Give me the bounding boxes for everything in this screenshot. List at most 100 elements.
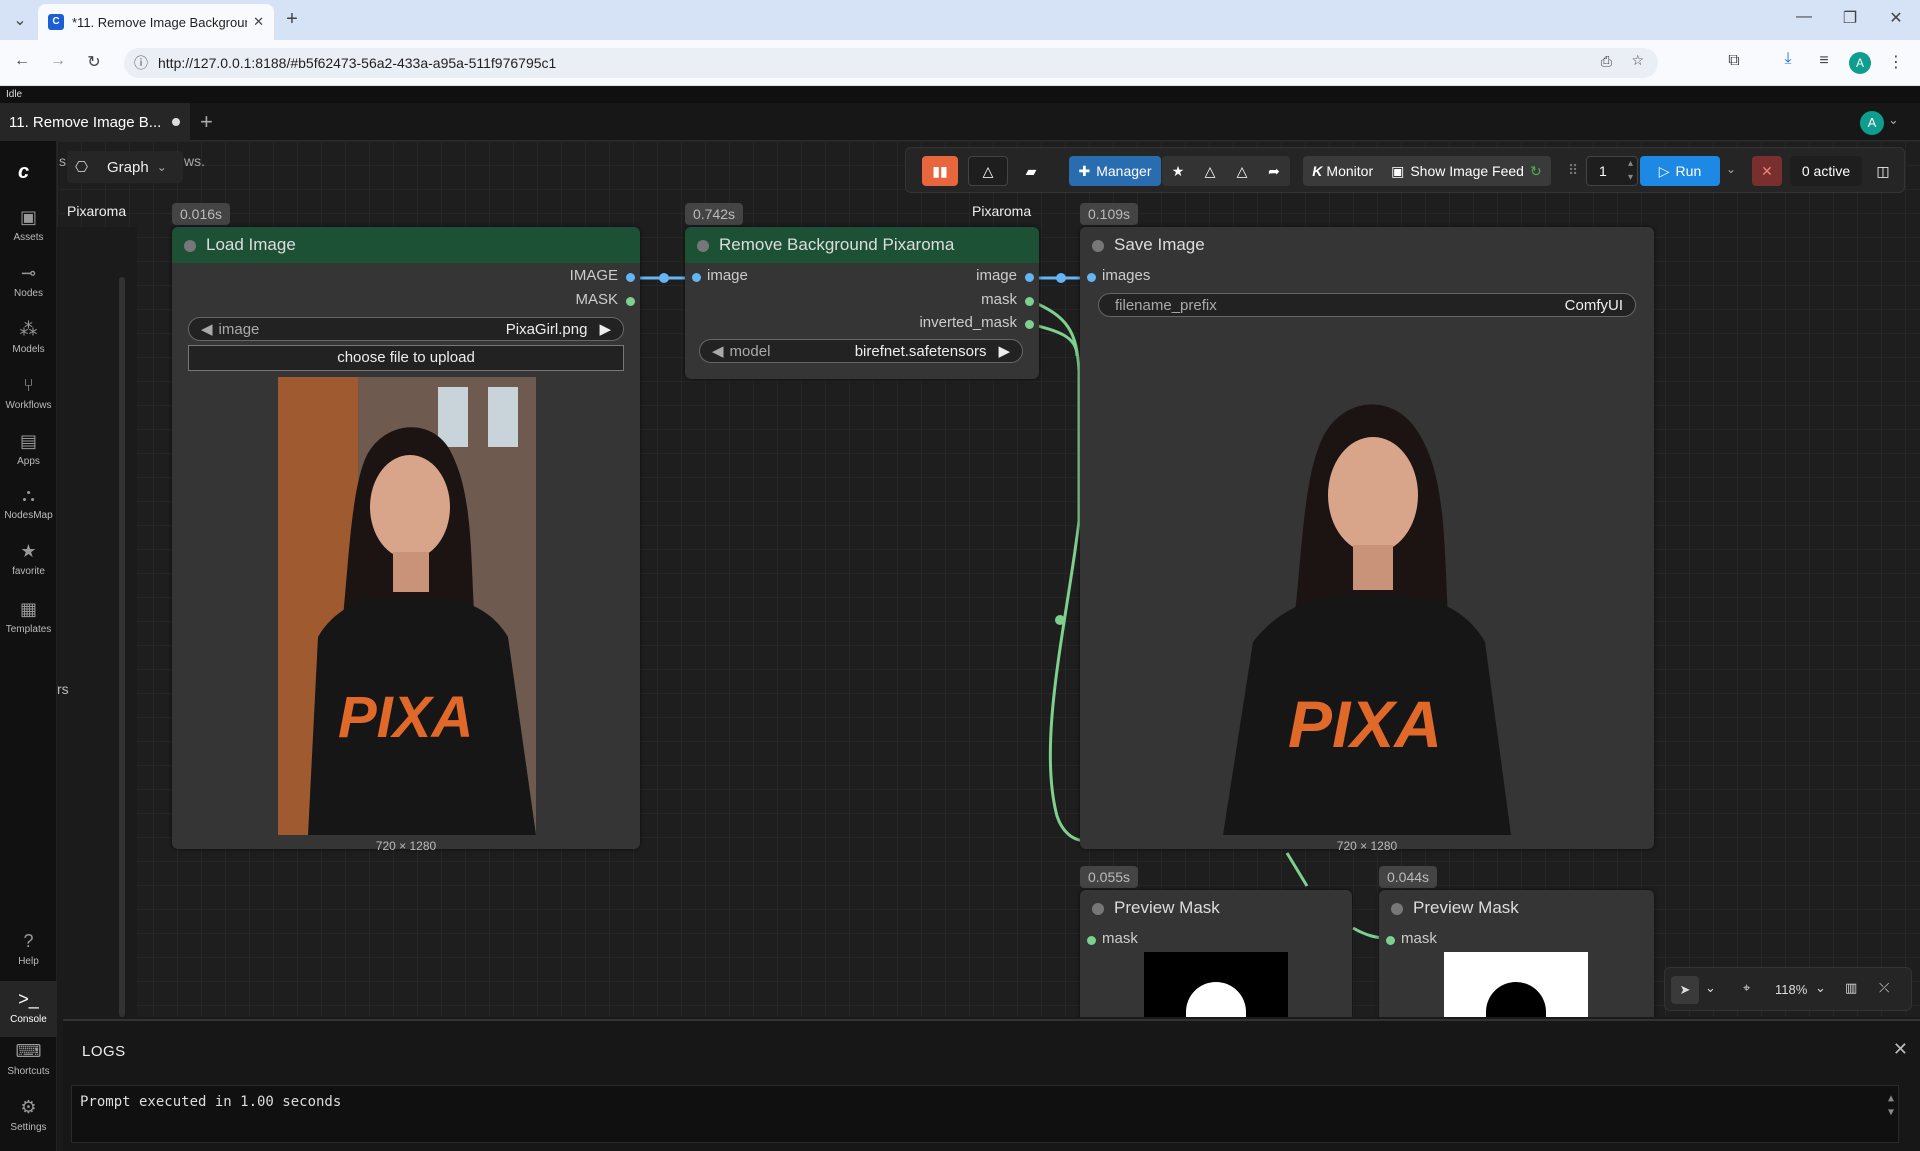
minimize-icon[interactable]: —	[1792, 8, 1816, 26]
monitor-button[interactable]: Monitor	[1326, 163, 1373, 179]
left-arrow-icon[interactable]: ◀	[201, 320, 213, 338]
browser-profile-avatar[interactable]: A	[1849, 52, 1871, 74]
image-combo-widget[interactable]: ◀ image PixaGirl.png ▶	[188, 317, 624, 341]
upload-button[interactable]: choose file to upload	[188, 345, 624, 371]
sidebar-item-favorite[interactable]: ★ favorite	[0, 541, 57, 577]
log-output[interactable]: Prompt executed in 1.00 seconds ▲ ▼	[71, 1085, 1899, 1143]
site-info-icon[interactable]: ⓘ	[134, 53, 148, 73]
sidebar-item-nodesmap[interactable]: ⛬ NodesMap	[0, 485, 57, 521]
model-combo-widget[interactable]: ◀ model birefnet.safetensors ▶	[699, 339, 1023, 363]
active-queue-button[interactable]: 0 active	[1790, 156, 1862, 186]
media-controls-icon[interactable]: ≡	[1812, 52, 1836, 70]
close-tab-icon[interactable]: ✕	[253, 14, 264, 30]
filename-prefix-widget[interactable]: filename_prefix ComfyUI	[1098, 293, 1636, 317]
sidebar-item-models[interactable]: ⁂ Models	[0, 319, 57, 355]
remove-background-node[interactable]: Remove Background Pixaroma image image m…	[685, 227, 1039, 379]
sidebar-item-apps[interactable]: ▤ Apps	[0, 431, 57, 467]
select-tool-button[interactable]: ➤	[1671, 976, 1699, 1004]
chevron-down-icon[interactable]: ⌄	[1815, 980, 1826, 996]
sidebar-item-nodes[interactable]: ⊸ Nodes	[0, 263, 57, 299]
fit-view-icon[interactable]: ⌖	[1743, 980, 1750, 996]
downloads-icon[interactable]: ⤓	[1776, 50, 1800, 68]
output-slot-mask[interactable]	[1025, 297, 1034, 306]
restore-icon[interactable]: ❐	[1838, 8, 1862, 28]
workflow-tab[interactable]: 11. Remove Image B...	[0, 103, 190, 141]
reload-icon[interactable]: ↻	[82, 52, 106, 72]
close-window-icon[interactable]: ✕	[1884, 8, 1908, 28]
manager-button[interactable]: ✚ Manager	[1069, 156, 1161, 186]
sidebar-item-help[interactable]: ? Help	[0, 931, 57, 967]
triangle-logo-button[interactable]: △	[968, 156, 1008, 186]
load-image-node[interactable]: Load Image IMAGE MASK ◀ image PixaGirl.p…	[172, 227, 640, 853]
run-options-chevron-icon[interactable]: ⌄	[1726, 162, 1736, 176]
bookmark-star-icon[interactable]: ☆	[1631, 52, 1644, 69]
forward-icon[interactable]: →	[46, 52, 70, 70]
sidebar-item-settings[interactable]: ⚙ Settings	[0, 1097, 57, 1133]
extensions-icon[interactable]: ⧉	[1722, 52, 1746, 70]
toggle-panel-button[interactable]: ◫	[1868, 156, 1898, 186]
share-icon[interactable]: ➦	[1258, 163, 1290, 180]
install-app-icon[interactable]: ⎙	[1601, 53, 1612, 70]
node-header[interactable]: Save Image	[1080, 227, 1654, 263]
batch-count-input[interactable]: 1 ▴ ▾	[1586, 156, 1638, 186]
show-image-feed-button[interactable]: Show Image Feed	[1410, 163, 1524, 179]
right-arrow-icon[interactable]: ▶	[998, 342, 1010, 360]
collapse-dot-icon[interactable]	[697, 240, 709, 252]
chevron-down-icon[interactable]: ⌄	[1705, 980, 1716, 996]
browser-menu-icon[interactable]: ⋮	[1884, 52, 1908, 72]
log-scrollbar[interactable]: ▲ ▼	[1888, 1092, 1894, 1120]
node-header[interactable]: Remove Background Pixaroma	[685, 227, 1039, 263]
node-header[interactable]: Load Image	[172, 227, 640, 263]
hide-links-icon[interactable]: ⤫	[1879, 980, 1889, 996]
sidebar-item-workflows[interactable]: ⑂ Workflows	[0, 375, 57, 411]
comfy-logo-icon[interactable]: c	[18, 161, 29, 184]
unsaved-dot-icon[interactable]	[172, 118, 180, 126]
run-button[interactable]: ▷ Run	[1640, 156, 1720, 186]
star-icon[interactable]: ★	[1162, 163, 1194, 180]
node-title: Load Image	[206, 235, 296, 254]
browser-tab[interactable]: C *11. Remove Image Backgroun ✕	[38, 4, 274, 40]
stepper-icon[interactable]: ▴ ▾	[1628, 157, 1633, 185]
sidebar-item-assets[interactable]: ▣ Assets	[0, 207, 57, 243]
input-slot-mask[interactable]	[1087, 936, 1096, 945]
input-slot-images[interactable]	[1087, 273, 1096, 282]
address-bar[interactable]: ⓘ http://127.0.0.1:8188/#b5f62473-56a2-4…	[124, 48, 1658, 78]
back-icon[interactable]: ←	[10, 52, 34, 70]
graph-canvas[interactable]: s ws. ⎔ Graph ⌄ rs Pixaroma Pixaroma 0.0…	[57, 141, 1920, 1017]
right-arrow-icon[interactable]: ▶	[599, 320, 611, 338]
triangle-icon[interactable]: △	[1226, 163, 1258, 180]
bookmark-button[interactable]: ▰	[1016, 156, 1046, 186]
collapse-dot-icon[interactable]	[1092, 903, 1104, 915]
output-slot-inverted-mask[interactable]	[1025, 320, 1034, 329]
input-slot-image[interactable]	[692, 273, 701, 282]
preview-mask-node[interactable]: Preview Mask mask	[1379, 890, 1654, 1017]
user-menu-chevron-icon[interactable]: ⌄	[1888, 112, 1899, 128]
node-header[interactable]: Preview Mask	[1379, 890, 1654, 926]
drag-handle-icon[interactable]: ⠿	[1568, 162, 1578, 179]
input-slot-mask[interactable]	[1386, 936, 1395, 945]
cancel-button[interactable]: ✕	[1752, 156, 1782, 186]
save-image-node[interactable]: Save Image images filename_prefix ComfyU…	[1080, 227, 1654, 853]
sidebar-item-console[interactable]: >_ Console	[0, 981, 57, 1037]
output-slot-mask[interactable]	[626, 297, 635, 306]
triangle-icon[interactable]: △	[1194, 163, 1226, 180]
collapse-dot-icon[interactable]	[1092, 240, 1104, 252]
minimap-icon[interactable]: ▥	[1845, 980, 1857, 996]
node-header[interactable]: Preview Mask	[1080, 890, 1352, 926]
preview-mask-node[interactable]: Preview Mask mask	[1080, 890, 1352, 1017]
output-slot-image[interactable]	[626, 273, 635, 282]
output-slot-image[interactable]	[1025, 273, 1034, 282]
left-arrow-icon[interactable]: ◀	[712, 342, 724, 360]
zoom-level[interactable]: 118%	[1775, 982, 1807, 997]
tab-search-chevron-icon[interactable]: ⌄	[8, 10, 32, 30]
pixaroma-logo-button[interactable]: ▮▮	[922, 156, 958, 186]
close-logs-icon[interactable]: ✕	[1893, 1039, 1908, 1060]
user-avatar[interactable]: A	[1860, 111, 1884, 135]
sidebar-item-shortcuts[interactable]: ⌨ Shortcuts	[0, 1041, 57, 1077]
sidebar-item-templates[interactable]: ▦ Templates	[0, 599, 57, 635]
collapse-dot-icon[interactable]	[184, 240, 196, 252]
refresh-icon[interactable]: ↻	[1530, 163, 1542, 180]
collapse-dot-icon[interactable]	[1391, 903, 1403, 915]
new-tab-button[interactable]: +	[280, 8, 304, 31]
add-workflow-tab-button[interactable]: +	[200, 109, 213, 135]
